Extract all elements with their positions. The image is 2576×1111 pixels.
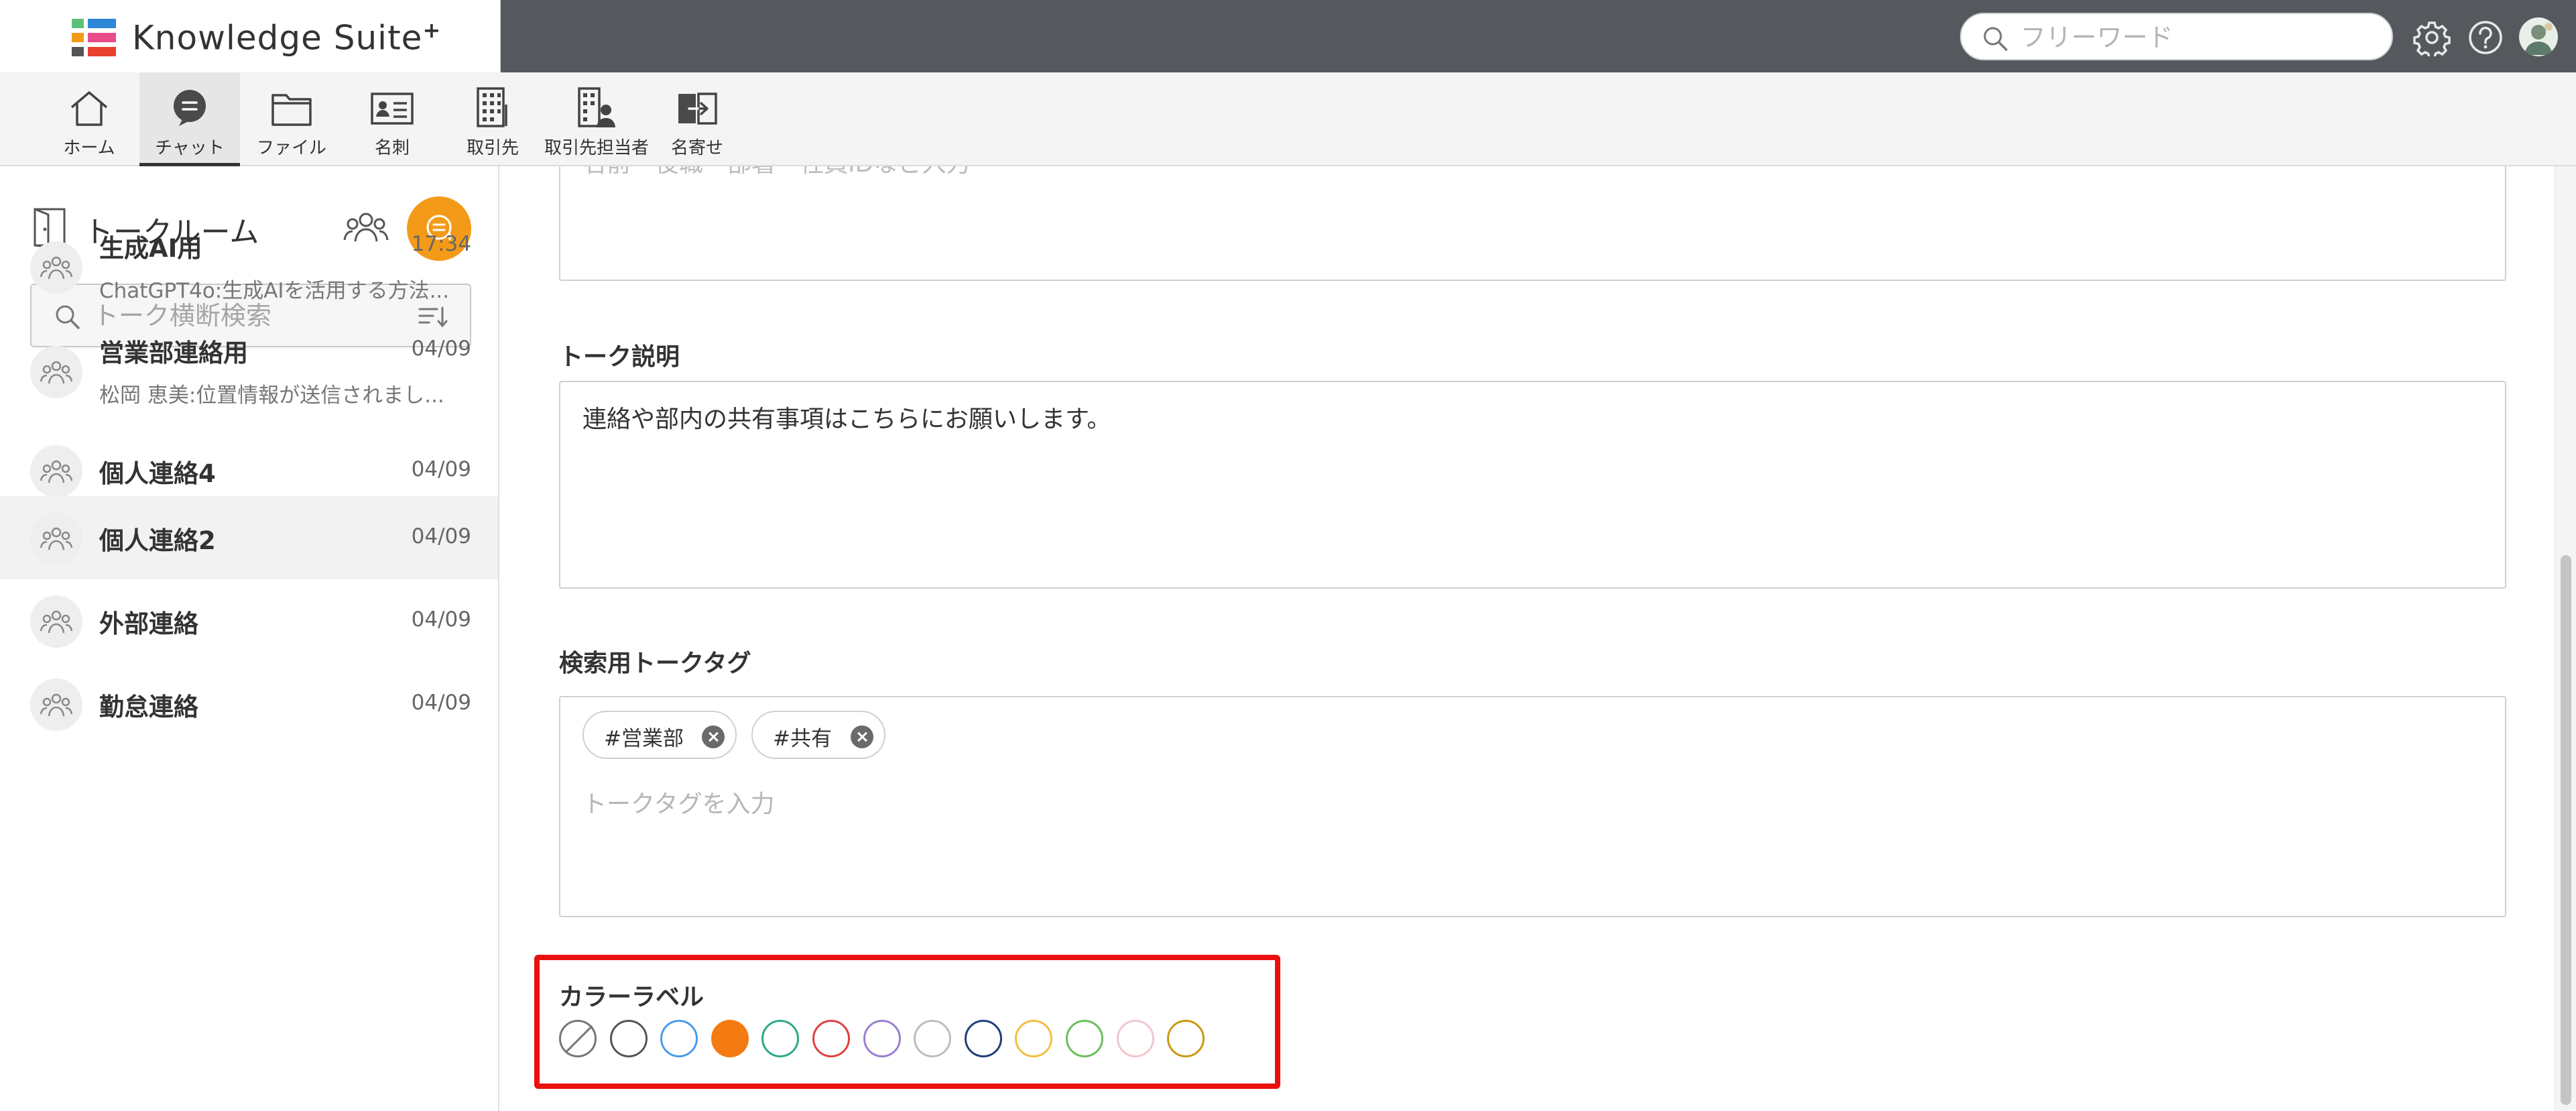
building-icon <box>477 87 507 127</box>
merge-icon <box>678 93 717 125</box>
description-textarea[interactable]: 連絡や部内の共有事項はこちらにお願いします。 <box>559 381 2506 589</box>
color-label-title: カラーラベル <box>559 984 704 1011</box>
talkroom-item[interactable]: 営業部連絡用 04/09 松岡 恵美:位置情報が送信されまし... <box>0 319 498 423</box>
talkroom-item[interactable]: 外部連絡 04/09 <box>0 579 498 662</box>
talkroom-preview: 松岡 恵美:位置情報が送信されまし... <box>99 384 444 408</box>
color-swatch[interactable] <box>914 1020 952 1057</box>
tag-remove-icon[interactable] <box>851 725 873 748</box>
talkroom-time: 04/09 <box>411 524 471 548</box>
group-icon <box>40 460 73 483</box>
talkroom-name: 営業部連絡用 <box>99 339 248 367</box>
top-header: Knowledge Suite+ <box>0 0 2576 72</box>
color-swatch[interactable] <box>1167 1020 1205 1057</box>
app-name: Knowledge Suite+ <box>132 17 442 58</box>
talkroom-name: 個人連絡2 <box>99 526 216 555</box>
talkroom-name: 外部連絡 <box>99 609 198 638</box>
talkroom-avatar <box>30 346 82 398</box>
user-avatar[interactable] <box>2519 17 2558 56</box>
talkroom-preview: ChatGPT4o:生成AIを活用する方法... <box>99 279 450 303</box>
user-avatar-icon <box>2524 23 2553 55</box>
color-swatch[interactable] <box>660 1020 698 1057</box>
main-nav: ホーム チャット ファイル 名刺 取引先 取引先担当者 名寄せ <box>0 72 2576 166</box>
main-scrollbar[interactable] <box>2555 166 2576 1111</box>
talkroom-time: 17:34 <box>411 232 471 256</box>
color-swatch-none[interactable] <box>559 1020 597 1057</box>
global-search[interactable] <box>1960 13 2393 60</box>
color-swatch[interactable] <box>863 1020 901 1057</box>
talkroom-avatar <box>30 512 82 565</box>
description-label: トーク説明 <box>559 343 680 371</box>
talkroom-name: 個人連絡4 <box>99 459 216 488</box>
logo[interactable]: Knowledge Suite+ <box>0 0 501 72</box>
help-icon[interactable] <box>2467 19 2504 56</box>
color-swatch[interactable] <box>1066 1020 1103 1057</box>
members-placeholder: 名前・役職・部署・社員IDなど入力 <box>582 166 970 179</box>
talkroom-avatar <box>30 679 82 731</box>
group-icon <box>40 256 73 280</box>
search-icon <box>1983 27 2008 51</box>
description-value: 連絡や部内の共有事項はこちらにお願いします。 <box>582 406 1111 433</box>
talkroom-avatar <box>30 445 82 498</box>
talkroom-settings-panel: 名前・役職・部署・社員IDなど入力 トーク説明 連絡や部内の共有事項はこちらにお… <box>501 166 2555 1111</box>
nav-client-contacts[interactable]: 取引先担当者 <box>543 72 650 166</box>
talkroom-time: 04/09 <box>411 691 471 715</box>
building-person-icon <box>578 87 615 127</box>
tag-chip-label: #共有 <box>773 727 832 751</box>
business-card-icon <box>371 93 414 125</box>
talkroom-time: 04/09 <box>411 457 471 481</box>
tag-chip-label: #営業部 <box>604 727 684 751</box>
talkroom-sidebar: トークルーム トーク横断検索 生成AI用 17:34 ChatGPT4o:生成A… <box>0 166 499 1111</box>
global-search-input[interactable] <box>2020 21 2369 54</box>
logo-mark-icon <box>72 19 116 56</box>
talkroom-item[interactable]: 生成AI用 17:34 ChatGPT4o:生成AIを活用する方法... <box>0 215 498 318</box>
scrollbar-thumb[interactable] <box>2561 555 2571 1105</box>
talkroom-avatar <box>30 595 82 648</box>
color-swatch[interactable] <box>609 1020 648 1057</box>
tag-chip: #共有 <box>751 711 885 759</box>
talkroom-time: 04/09 <box>411 607 471 632</box>
nav-home[interactable]: ホーム <box>49 72 129 166</box>
talkroom-name: 勤怠連絡 <box>99 693 198 721</box>
nav-clients-label: 取引先 <box>466 138 519 158</box>
nav-merge[interactable]: 名寄せ <box>657 72 737 166</box>
tag-remove-icon[interactable] <box>702 725 725 748</box>
nav-chat-label: チャット <box>155 138 225 158</box>
members-input-box[interactable]: 名前・役職・部署・社員IDなど入力 <box>559 166 2506 281</box>
tag-chip: #営業部 <box>582 711 737 759</box>
group-icon <box>40 610 73 634</box>
nav-chat[interactable]: チャット <box>139 72 240 166</box>
color-label-section: カラーラベル <box>534 955 1280 1089</box>
folder-icon <box>271 94 312 126</box>
talkroom-item[interactable]: 個人連絡2 04/09 <box>0 496 498 579</box>
gear-icon[interactable] <box>2413 19 2451 56</box>
chat-icon <box>174 90 206 126</box>
color-swatch[interactable] <box>1015 1020 1053 1057</box>
color-swatch[interactable] <box>964 1020 1002 1057</box>
nav-file[interactable]: ファイル <box>251 72 332 166</box>
nav-client-contacts-label: 取引先担当者 <box>544 138 649 158</box>
tag-input-placeholder[interactable]: トークタグを入力 <box>582 784 775 819</box>
talkroom-item[interactable]: 勤怠連絡 04/09 <box>0 662 498 746</box>
tags-input-box[interactable]: #営業部 #共有 トークタグを入力 <box>559 696 2506 917</box>
color-swatch[interactable] <box>812 1020 850 1057</box>
nav-file-label: ファイル <box>256 138 326 158</box>
color-swatch-selected[interactable] <box>711 1020 749 1057</box>
nav-business-card[interactable]: 名刺 <box>352 72 432 166</box>
home-icon <box>70 91 108 126</box>
talkroom-name: 生成AI用 <box>99 234 202 263</box>
group-icon <box>40 693 73 717</box>
nav-business-card-label: 名刺 <box>374 138 410 158</box>
talkroom-time: 04/09 <box>411 337 471 361</box>
talkroom-avatar <box>30 241 82 294</box>
tags-label: 検索用トークタグ <box>559 650 751 677</box>
group-icon <box>40 527 73 550</box>
nav-merge-label: 名寄せ <box>670 138 723 158</box>
color-swatch[interactable] <box>761 1020 800 1057</box>
group-icon <box>40 361 73 384</box>
nav-clients[interactable]: 取引先 <box>452 72 533 166</box>
nav-home-label: ホーム <box>63 138 115 158</box>
color-swatch[interactable] <box>1116 1020 1154 1057</box>
